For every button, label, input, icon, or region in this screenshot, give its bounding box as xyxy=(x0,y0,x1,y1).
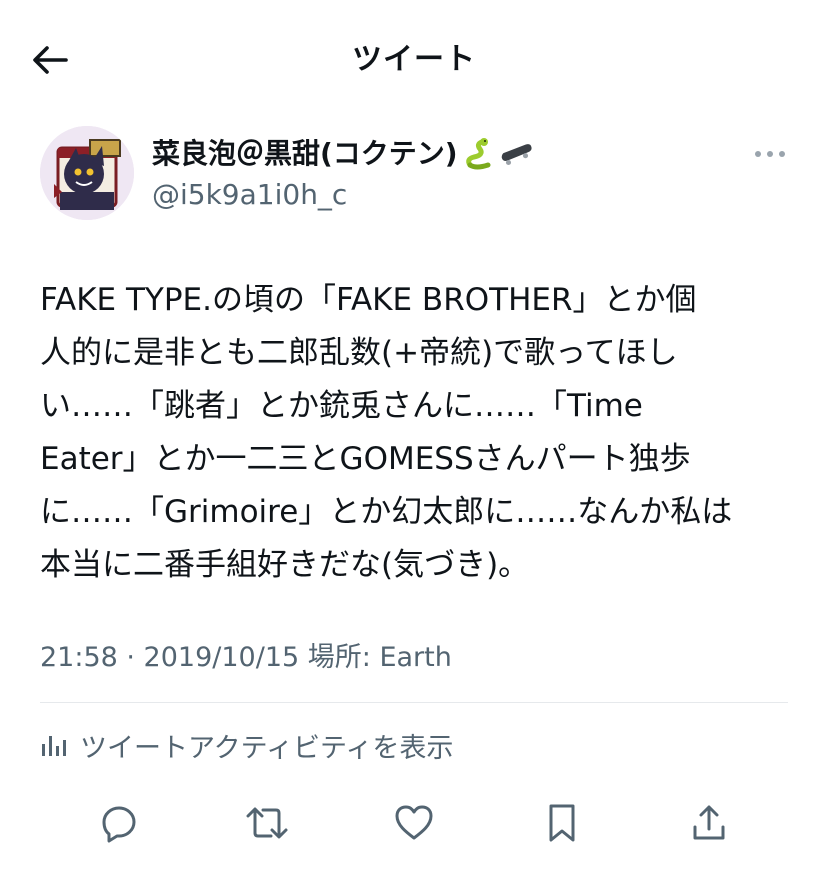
like-button[interactable] xyxy=(387,796,441,850)
tweet-activity-label: ツイートアクティビティを表示 xyxy=(80,732,454,764)
reply-button[interactable] xyxy=(92,796,146,850)
bookmark-icon xyxy=(549,804,575,842)
avatar-image xyxy=(40,126,134,220)
more-dots-icon xyxy=(755,151,785,157)
snake-emoji-icon xyxy=(465,138,491,170)
header: ツイート xyxy=(0,0,828,118)
reply-icon xyxy=(102,806,136,843)
tweet-meta: 21:58 · 2019/10/15 場所: Earth xyxy=(40,642,452,673)
avatar[interactable] xyxy=(40,126,134,220)
more-options-button[interactable] xyxy=(752,140,788,168)
display-name[interactable]: 菜良泡＠黒甜(コクテン) xyxy=(152,134,534,174)
bar-chart-icon xyxy=(42,736,66,756)
page-title: ツイート xyxy=(352,42,476,77)
share-icon xyxy=(693,805,725,840)
user-handle[interactable]: @i5k9a1i0h_c xyxy=(152,176,347,214)
display-name-text: 菜良泡＠黒甜(コクテン) xyxy=(152,137,458,170)
heart-icon xyxy=(395,805,433,840)
skateboard-emoji-icon xyxy=(501,144,532,166)
retweet-icon xyxy=(246,807,288,839)
retweet-button[interactable] xyxy=(240,796,294,850)
tweet-activity-link[interactable]: ツイートアクティビティを表示 xyxy=(40,722,453,768)
bookmark-button[interactable] xyxy=(535,796,589,850)
divider xyxy=(40,702,788,703)
action-bar xyxy=(0,796,828,850)
share-button[interactable] xyxy=(682,796,736,850)
tweet-text: FAKE TYPE.の頃の「FAKE BROTHER」とか個 人的に是非とも二郎… xyxy=(40,282,733,583)
